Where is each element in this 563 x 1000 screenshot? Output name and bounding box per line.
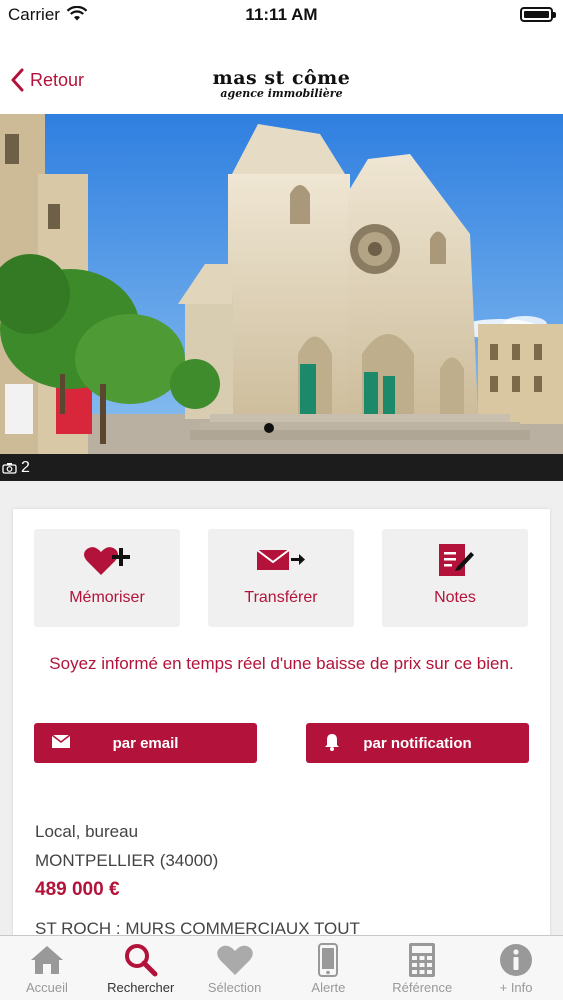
memoriser-label: Mémoriser [69,589,145,606]
tab-info-label: + Info [499,980,533,995]
notification-alert-button[interactable]: par notification [306,723,529,763]
property-card: Mémoriser Transférer Notes Soyez informé… [13,509,550,949]
property-photo[interactable] [0,114,563,454]
camera-icon [2,462,17,474]
search-icon [94,942,188,978]
tab-info[interactable]: + Info [469,936,563,1000]
tab-selection-label: Sélection [207,980,262,995]
carousel-dot[interactable] [264,423,274,433]
tab-alerte-label: Alerte [311,980,346,995]
envelope-icon [51,734,71,752]
price-alert-text: Soyez informé en temps réel d'une baisse… [49,654,514,673]
tab-bar: Accueil Rechercher Sélection Alerte Réfé… [0,935,563,1000]
tab-reference[interactable]: Référence [375,936,469,1000]
clock: 11:11 AM [245,5,318,24]
heart-icon [188,942,282,978]
tab-alerte[interactable]: Alerte [281,936,375,1000]
tab-accueil[interactable]: Accueil [0,936,94,1000]
memoriser-button[interactable]: Mémoriser [34,529,180,627]
battery-icon [520,7,556,22]
tab-accueil-label: Accueil [25,980,68,995]
info-icon [469,942,563,978]
tab-reference-label: Référence [392,980,453,995]
tab-rechercher[interactable]: Rechercher [94,936,188,1000]
photo-count: 2 [21,458,30,476]
property-price: 489 000 € [35,879,120,900]
notes-pencil-icon [382,543,528,577]
photo-bar: 2 [0,454,563,481]
logo-sub-text: agence immobilière [220,87,343,100]
logo-main-text: mas st côme [212,67,351,89]
nav-bar: Retour mas st côme agence immobilière [0,30,563,114]
notes-label: Notes [434,589,476,606]
home-icon [0,942,94,978]
phone-icon [281,942,375,978]
property-type: Local, bureau [35,822,139,841]
tab-rechercher-label: Rechercher [107,980,175,995]
heart-plus-icon [34,543,180,577]
transferer-button[interactable]: Transférer [208,529,354,627]
email-alert-button[interactable]: par email [34,723,257,763]
bell-icon [324,733,340,755]
transferer-label: Transférer [244,589,318,606]
calculator-icon [375,942,469,978]
envelope-arrow-icon [208,543,354,577]
tab-selection[interactable]: Sélection [188,936,282,1000]
status-bar: Carrier 11:11 AM [0,0,563,30]
notes-button[interactable]: Notes [382,529,528,627]
property-city: MONTPELLIER (34000) [35,851,219,870]
logo: mas st côme agence immobilière [0,68,563,100]
